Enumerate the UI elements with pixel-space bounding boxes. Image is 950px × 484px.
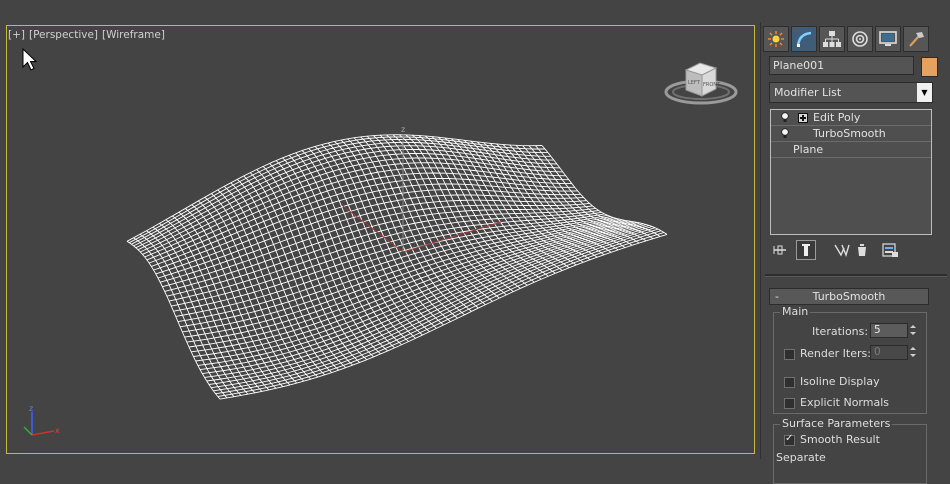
stack-item-label: TurboSmooth: [813, 127, 886, 140]
surface-parameters-title: Surface Parameters: [780, 417, 893, 430]
viewport-menu-plus[interactable]: [+]: [8, 29, 25, 41]
world-axis-z-label: z: [401, 125, 405, 134]
display-icon: [879, 31, 897, 46]
viewport-label[interactable]: [+] [Perspective] [Wireframe]: [8, 29, 169, 41]
hierarchy-icon: [823, 31, 841, 47]
stack-item-plane[interactable]: Plane: [771, 142, 931, 158]
wireframe-mesh: z: [126, 125, 668, 400]
modifier-list-label: Modifier List: [774, 86, 842, 99]
create-tab[interactable]: [763, 26, 789, 52]
isoline-display-checkbox[interactable]: [784, 377, 795, 388]
isoline-display-label: Isoline Display: [800, 375, 880, 388]
viewcube-left-label: LEFT: [688, 80, 701, 86]
object-name-field[interactable]: Plane001: [769, 56, 914, 75]
utilities-icon: [909, 32, 924, 47]
show-end-result-button[interactable]: [796, 240, 816, 260]
collapse-icon: -: [775, 290, 779, 303]
pin-stack-icon: [773, 245, 786, 255]
iterations-spinner-arrows[interactable]: [909, 323, 918, 338]
stack-item-edit-poly[interactable]: Edit Poly: [771, 110, 931, 126]
main-group: Main Iterations: 5 Render Iters: 0 Isoli…: [773, 305, 927, 414]
render-iters-checkbox[interactable]: [784, 349, 795, 360]
axis-tripod-icon: z x: [23, 404, 60, 436]
make-unique-button[interactable]: [832, 240, 852, 260]
panel-separator: [765, 274, 947, 277]
expand-plus-icon[interactable]: [798, 113, 808, 123]
render-iters-spinner-field[interactable]: 0: [870, 345, 908, 360]
create-icon: [768, 31, 784, 47]
surface-parameters-group: Surface Parameters Smooth Result Separat…: [773, 417, 927, 484]
tripod-z-label: z: [29, 404, 33, 413]
stack-item-label: Edit Poly: [813, 111, 861, 124]
explicit-normals-checkbox[interactable]: [784, 398, 795, 409]
mouse-cursor-icon: [22, 48, 38, 71]
stack-toolbar: [770, 240, 940, 262]
lightbulb-icon[interactable]: [781, 112, 789, 123]
explicit-normals-label: Explicit Normals: [800, 396, 889, 409]
utilities-tab[interactable]: [903, 26, 929, 52]
rollout-title: TurboSmooth: [812, 290, 886, 303]
smooth-result-label: Smooth Result: [800, 433, 880, 446]
command-panel: Plane001 Modifier List ▼ Edit Poly Turbo…: [760, 22, 950, 484]
motion-icon: [852, 31, 868, 47]
modify-tab[interactable]: [791, 26, 817, 52]
iterations-label: Iterations:: [812, 325, 869, 338]
iterations-spinner-field[interactable]: 5: [870, 323, 908, 338]
pin-stack-button[interactable]: [770, 240, 790, 260]
tripod-x-label: x: [55, 426, 60, 435]
hierarchy-tab[interactable]: [819, 26, 845, 52]
viewport-pov-label[interactable]: [Perspective]: [29, 29, 98, 41]
rollout-header[interactable]: - TurboSmooth: [769, 288, 929, 305]
turbosmooth-rollout: - TurboSmooth Main Iterations: 5 Render …: [769, 288, 949, 484]
render-iters-spinner-arrows[interactable]: [909, 345, 918, 360]
remove-modifier-button[interactable]: [852, 240, 872, 260]
remove-modifier-icon: [858, 244, 866, 256]
viewport-area: z [+] [Perspective] [Wireframe] LEFT FRONT…: [0, 0, 760, 459]
perspective-viewport[interactable]: z: [6, 25, 755, 454]
display-tab[interactable]: [875, 26, 901, 52]
motion-tab[interactable]: [847, 26, 873, 52]
viewcube-front-label: FRONT: [703, 82, 721, 88]
configure-sets-icon: [882, 243, 898, 257]
stack-item-turbosmooth[interactable]: TurboSmooth: [771, 126, 931, 142]
modify-icon: [796, 31, 812, 47]
modifier-stack: Edit Poly TurboSmooth Plane: [770, 109, 932, 235]
render-iters-label: Render Iters:: [800, 347, 871, 360]
command-panel-tabs: [761, 24, 950, 52]
viewport-shading-label[interactable]: [Wireframe]: [102, 29, 165, 41]
object-color-swatch[interactable]: [921, 57, 938, 77]
modifier-list-dropdown[interactable]: Modifier List ▼: [769, 82, 933, 103]
make-unique-icon: [834, 244, 850, 257]
stack-item-label: Plane: [793, 143, 824, 156]
smooth-result-checkbox[interactable]: [784, 433, 795, 446]
main-group-title: Main: [780, 305, 811, 318]
dropdown-arrow-icon[interactable]: ▼: [917, 83, 932, 102]
show-end-result-icon: [802, 244, 810, 256]
configure-sets-button[interactable]: [880, 240, 900, 260]
lightbulb-icon[interactable]: [781, 128, 789, 139]
viewcube-icon[interactable]: LEFT FRONT: [664, 56, 744, 112]
separate-label: Separate: [776, 451, 826, 464]
